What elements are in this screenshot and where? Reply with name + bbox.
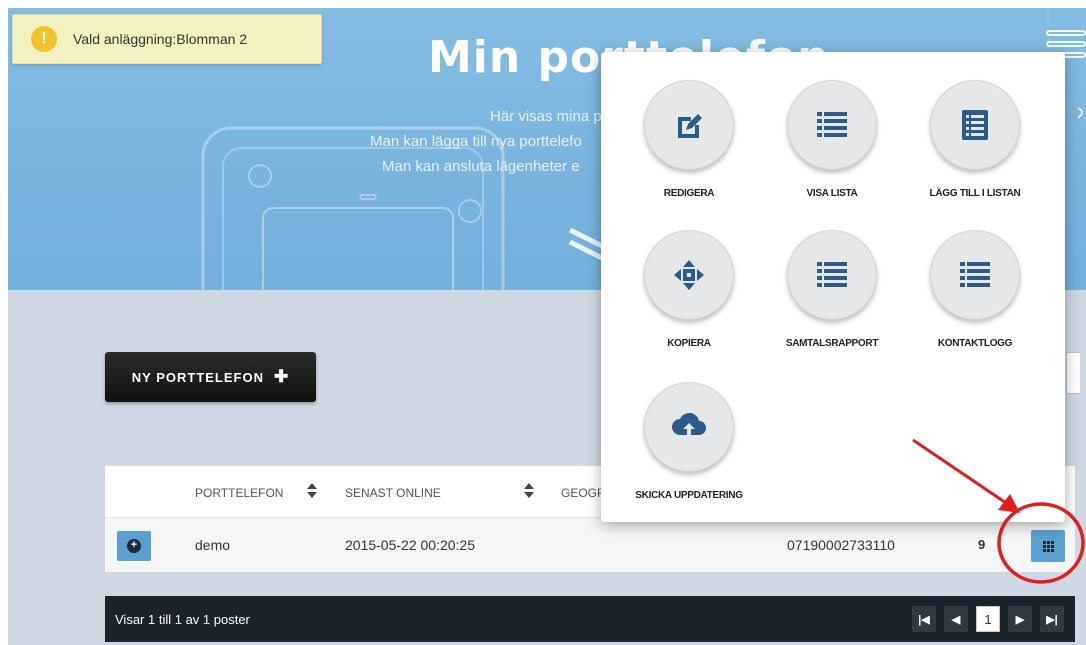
action-label: REDIGERA — [663, 188, 715, 199]
hero-description-line: Man kan lägga till nya porttelefo — [370, 133, 582, 150]
warning-icon: ! — [31, 26, 57, 52]
hero-description-line: Man kan ansluta lägenheter e — [382, 158, 580, 175]
intercom-number: 07190002733110 — [787, 537, 895, 553]
actions-popup: REDIGERA VISA LISTA LÄGG TILL I LISTAN K… — [601, 52, 1065, 522]
prev-page-icon[interactable]: ◀ — [944, 606, 968, 632]
notification-text: Vald anläggning:Blomman 2 — [73, 31, 248, 47]
last-page-icon[interactable]: ▶| — [1040, 606, 1064, 632]
search-input[interactable] — [1066, 352, 1080, 394]
action-label: KONTAKTLOGG — [937, 338, 1013, 349]
expand-row-button[interactable]: + — [117, 531, 151, 561]
column-header-intercom[interactable]: PORTTELEFON — [195, 486, 283, 500]
new-intercom-button[interactable]: NY PORTTELEFON ✚ — [105, 352, 316, 402]
list-icon[interactable] — [930, 230, 1020, 320]
current-page-button[interactable]: 1 — [976, 606, 1000, 632]
action-label: VISA LISTA — [806, 188, 858, 199]
cloud-upload-icon[interactable] — [644, 382, 734, 472]
action-label: SKICKA UPPDATERING — [635, 490, 743, 501]
pagination: |◀ ◀ 1 ▶ ▶| — [912, 606, 1072, 632]
app-screen: Min porttelefon Här visas mina p Man kan… — [0, 0, 1086, 645]
column-header-last-online[interactable]: SENAST ONLINE — [345, 486, 441, 500]
next-page-icon[interactable]: ▶ — [1008, 606, 1032, 632]
table-row: + demo 2015-05-22 00:20:25 0719000273311… — [105, 517, 1075, 573]
grid-icon — [1042, 540, 1054, 552]
list-add-icon[interactable] — [930, 80, 1020, 170]
intercom-name: demo — [195, 537, 231, 553]
sort-icon[interactable] — [307, 481, 317, 501]
action-label: SAMTALSRAPPORT — [785, 338, 879, 349]
facility-notification: ! Vald anläggning:Blomman 2 — [12, 14, 322, 64]
new-intercom-label: NY PORTTELEFON — [131, 369, 264, 385]
table-footer: Visar 1 till 1 av 1 poster |◀ ◀ 1 ▶ ▶| — [105, 596, 1075, 642]
plus-circle-icon: + — [127, 539, 141, 553]
row-actions-button[interactable] — [1031, 530, 1065, 562]
column-header-geography[interactable]: GEOGR — [561, 486, 606, 500]
sort-icon[interactable] — [524, 481, 534, 501]
pagination-info: Visar 1 till 1 av 1 poster — [115, 612, 250, 627]
plus-icon: ✚ — [273, 367, 290, 386]
edit-icon[interactable] — [644, 80, 734, 170]
list-icon[interactable] — [787, 230, 877, 320]
list-icon[interactable] — [787, 80, 877, 170]
action-label: LÄGG TILL I LISTAN — [929, 188, 1021, 199]
move-icon[interactable] — [644, 230, 734, 320]
hero-description-line: Här visas mina p — [490, 108, 602, 125]
first-page-icon[interactable]: |◀ — [912, 606, 936, 632]
last-online-value: 2015-05-22 00:20:25 — [345, 537, 475, 553]
apartment-count: 9 — [978, 537, 986, 552]
action-label: KOPIERA — [667, 338, 711, 349]
